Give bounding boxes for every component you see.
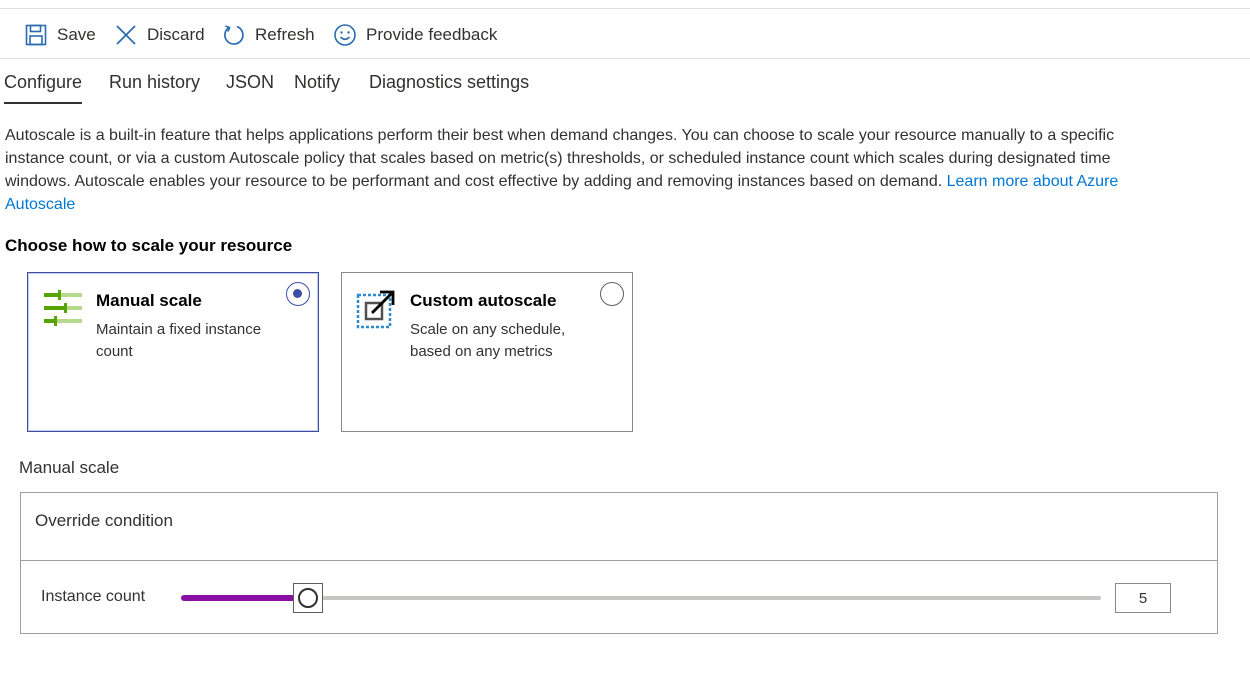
section-title: Choose how to scale your resource — [5, 236, 293, 255]
custom-autoscale-radio[interactable] — [600, 282, 624, 306]
provide-feedback-label: Provide feedback — [366, 25, 498, 44]
tab-run-history[interactable]: Run history — [109, 72, 200, 93]
custom-autoscale-icon — [356, 289, 398, 329]
autoscale-description: Autoscale is a built-in feature that hel… — [5, 124, 1155, 216]
manual-scale-option[interactable]: Manual scale Maintain a fixed instance c… — [27, 272, 319, 432]
tab-json[interactable]: JSON — [226, 72, 274, 93]
tab-notify[interactable]: Notify — [294, 72, 340, 93]
smiley-icon — [333, 23, 357, 47]
discard-button[interactable]: Discard — [114, 20, 205, 50]
instance-count-label: Instance count — [41, 588, 146, 605]
discard-label: Discard — [147, 25, 205, 44]
manual-scale-radio[interactable] — [286, 282, 310, 306]
slider-fill — [181, 595, 307, 601]
refresh-label: Refresh — [255, 25, 315, 44]
tab-configure[interactable]: Configure — [4, 72, 83, 104]
custom-autoscale-title: Custom autoscale — [410, 291, 557, 310]
manual-scale-icon — [42, 289, 84, 329]
close-icon — [114, 23, 138, 47]
top-divider — [0, 8, 1250, 9]
slider-thumb-knob — [298, 588, 318, 608]
tab-diagnostics-settings[interactable]: Diagnostics settings — [369, 72, 529, 93]
instance-count-slider[interactable] — [181, 583, 1101, 613]
command-bar: Save Discard Refresh Provide feedback — [0, 14, 1250, 59]
slider-thumb[interactable] — [293, 583, 323, 613]
instance-count-input[interactable] — [1115, 583, 1171, 613]
manual-scale-panel: Override condition Instance count — [20, 492, 1218, 634]
override-condition-label: Override condition — [35, 511, 173, 530]
refresh-icon — [222, 23, 246, 47]
tab-bar: Configure Run history JSON Notify Diagno… — [0, 66, 1250, 106]
manual-scale-title: Manual scale — [96, 291, 202, 310]
save-icon — [24, 23, 48, 47]
manual-scale-description: Maintain a fixed instance count — [96, 321, 262, 360]
save-button[interactable]: Save — [24, 20, 96, 50]
custom-autoscale-description: Scale on any schedule, based on any metr… — [410, 321, 566, 360]
override-condition-row: Override condition — [21, 493, 1217, 561]
refresh-button[interactable]: Refresh — [222, 20, 315, 50]
custom-autoscale-option[interactable]: Custom autoscale Scale on any schedule, … — [341, 272, 633, 432]
provide-feedback-button[interactable]: Provide feedback — [333, 20, 497, 50]
save-label: Save — [57, 25, 96, 44]
manual-scale-section-label: Manual scale — [19, 458, 120, 477]
